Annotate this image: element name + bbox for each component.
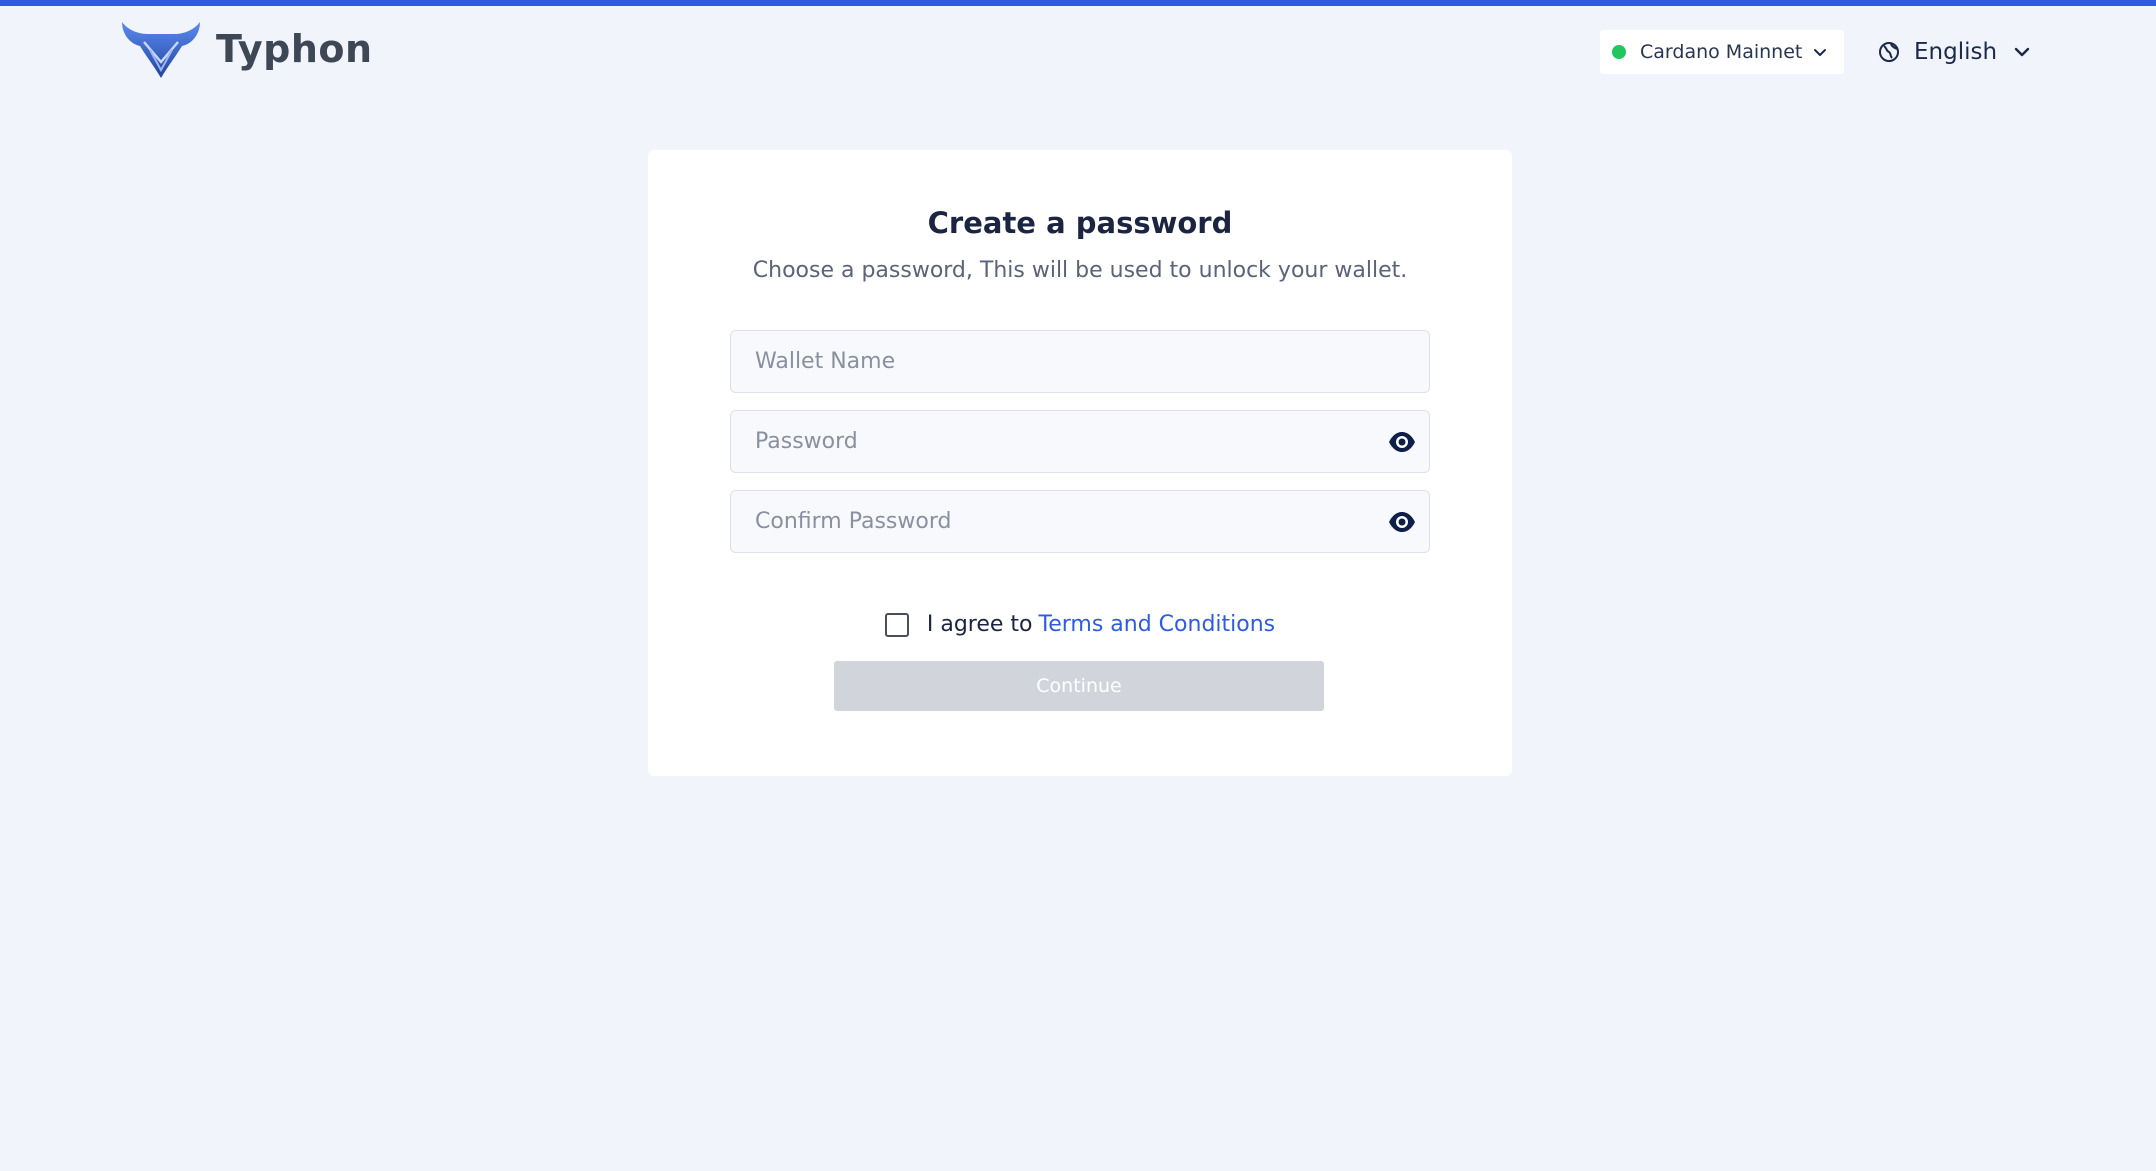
confirm-password-input[interactable] [731, 491, 1429, 552]
wallet-name-field [730, 330, 1430, 393]
eye-icon[interactable] [1387, 508, 1417, 536]
language-selector[interactable]: English [1878, 30, 2033, 74]
page-title: Create a password [927, 206, 1233, 240]
chevron-down-icon [1814, 49, 1826, 56]
wallet-name-input[interactable] [731, 331, 1429, 392]
agree-label: I agree to [926, 612, 1033, 637]
terms-checkbox[interactable] [884, 612, 909, 637]
header: Typhon Cardano Mainnet English [0, 6, 2156, 90]
brand-name: Typhon [216, 27, 373, 71]
password-input[interactable] [731, 411, 1429, 472]
chevron-down-icon [2014, 47, 2030, 57]
terms-agreement: I agree to Terms and Conditions [648, 612, 1512, 637]
page-subtitle: Choose a password, This will be used to … [752, 258, 1408, 283]
password-field [730, 410, 1430, 473]
eye-icon[interactable] [1387, 428, 1417, 456]
brand-logo[interactable]: Typhon [118, 16, 373, 82]
continue-button[interactable]: Continue [834, 661, 1324, 711]
typhon-logo-icon [122, 22, 200, 78]
network-label: Cardano Mainnet [1640, 41, 1803, 63]
terms-link[interactable]: Terms and Conditions [1039, 612, 1276, 637]
network-selector[interactable]: Cardano Mainnet [1600, 30, 1844, 74]
globe-icon [1879, 42, 1899, 62]
language-label: English [1914, 39, 1998, 65]
network-status-dot [1612, 45, 1626, 59]
create-password-card: Create a password Choose a password, Thi… [648, 150, 1512, 776]
confirm-password-field [730, 490, 1430, 553]
